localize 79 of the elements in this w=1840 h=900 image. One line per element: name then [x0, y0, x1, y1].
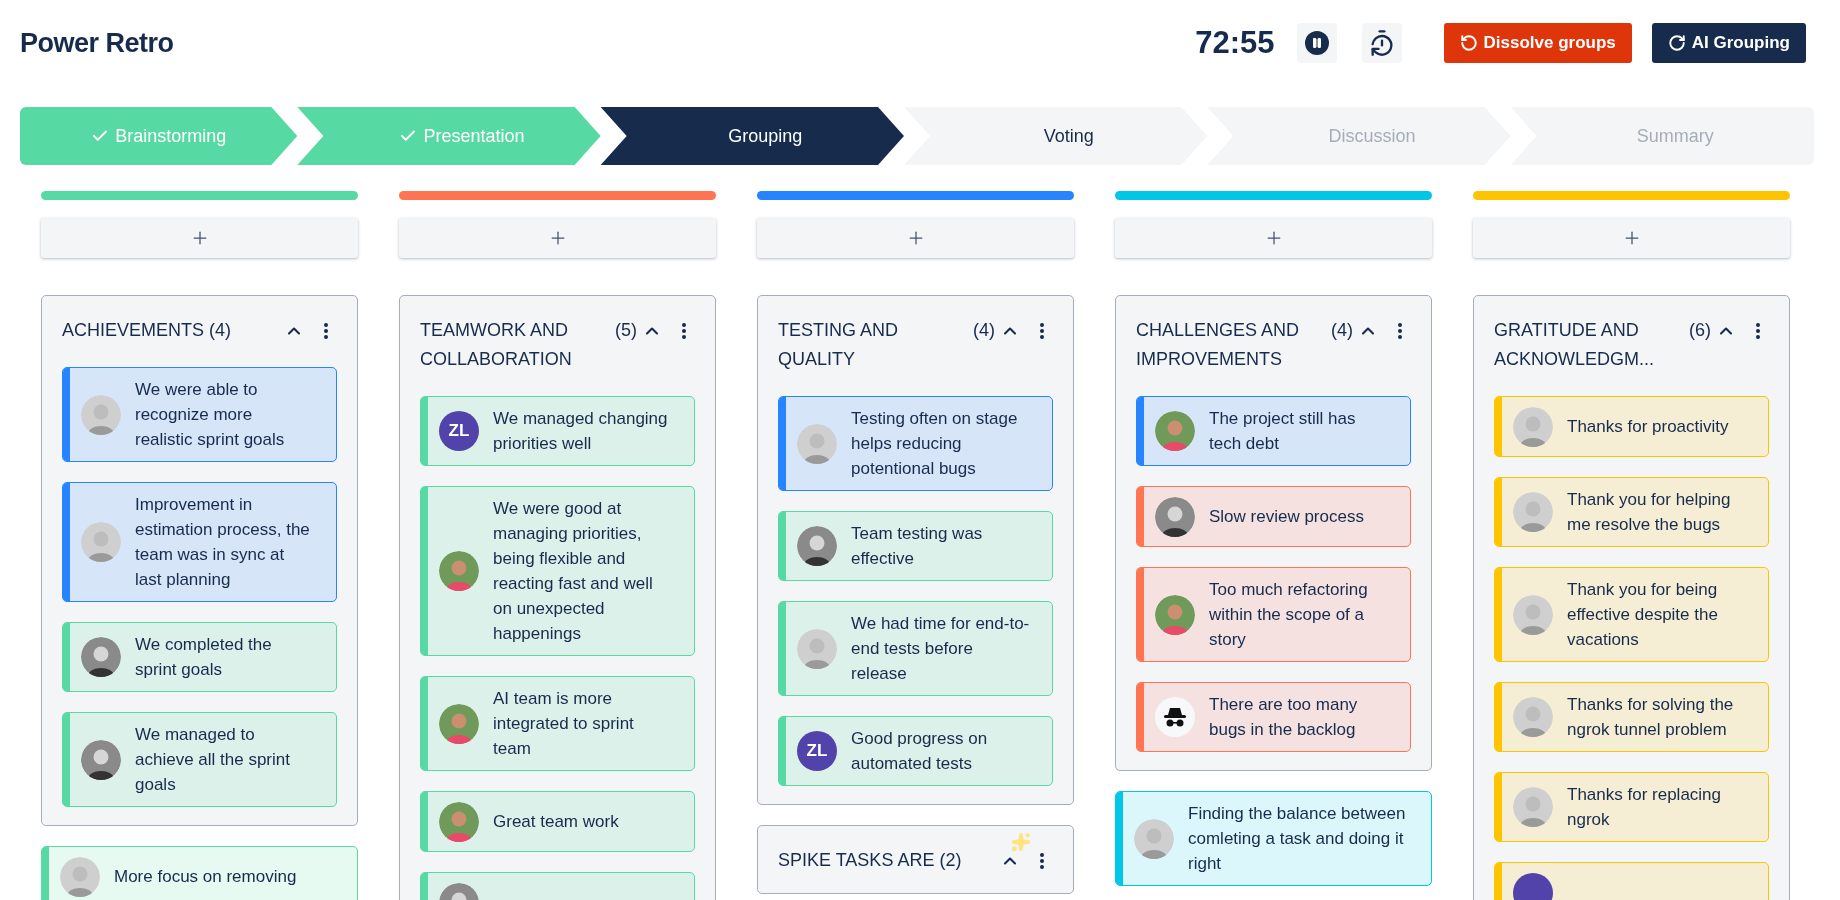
card-text: We had time for end-to-end tests before release: [851, 613, 1030, 685]
avatar-initials: [1513, 872, 1553, 900]
retro-card[interactable]: ZL Good progress on automated tests: [778, 716, 1053, 786]
retro-card[interactable]: Slow review process: [1136, 486, 1411, 547]
group-title: TEAMWORK AND COLLABORATION: [420, 319, 573, 371]
retro-card[interactable]: ZL We managed changing priorities well: [420, 396, 695, 466]
undo-icon: [1459, 34, 1478, 52]
avatar-initials: ZL: [439, 411, 479, 451]
card-text: We were able to recognize more realistic sprint goals: [135, 379, 286, 451]
timer-display: 72:55: [1195, 23, 1275, 62]
incognito-icon: [1155, 697, 1195, 737]
more-icon: [1398, 323, 1402, 339]
card-text: Thank you for helping me resolve the bugs: [1567, 489, 1732, 536]
more-icon: [324, 323, 328, 339]
retro-card[interactable]: AI team is more integrated to sprint team: [420, 676, 695, 771]
card-text: Thanks for solving the ngrok tunnel problem: [1567, 694, 1735, 741]
reset-timer-button[interactable]: [1361, 23, 1402, 63]
retro-card[interactable]: We completed the sprint goals: [62, 622, 337, 692]
card-text: AI team is more integrated to sprint team: [493, 688, 635, 760]
card-text: More focus on removing: [114, 866, 297, 888]
retro-card[interactable]: We managed to achieve all the sprint goals: [62, 712, 337, 807]
retro-card[interactable]: Thanks for replacing ngrok: [1494, 772, 1769, 842]
retro-card[interactable]: The project still has tech debt: [1136, 396, 1411, 466]
card-text: Team testing was effective: [851, 523, 984, 570]
group-title: GRATITUDE AND ACKNOWLEDGM...: [1494, 319, 1655, 371]
group-title: CHALLENGES AND IMPROVEMENTS: [1136, 319, 1301, 371]
card-text: Testing often on stage helps reducing potentional bugs: [851, 408, 1019, 480]
pause-icon: [1304, 31, 1329, 55]
retro-card[interactable]: Great team work: [420, 791, 695, 852]
card-text: Too much refactoring within the scope of a story: [1209, 579, 1369, 651]
group-count: (6): [1689, 319, 1711, 342]
step-tab[interactable]: Voting: [904, 107, 1208, 165]
group-count: (5): [615, 319, 637, 342]
card-text: Thanks for replacing ngrok: [1567, 784, 1723, 831]
more-icon: [1756, 323, 1760, 339]
retro-card[interactable]: Thanks for solving the ngrok tunnel problem: [1494, 682, 1769, 752]
dissolve-groups-button[interactable]: Dissolve groups: [1443, 23, 1632, 63]
step-tab[interactable]: Grouping: [600, 107, 904, 165]
avatar-initials: ZL: [797, 731, 837, 771]
card-text: We were good at managing priorities, being flexible and reacting fast and well on unexpected happenings: [493, 498, 654, 645]
card-text: Slow review process: [1209, 506, 1364, 528]
card-text: Improvement in estimation process, the team was in sync at last planning: [135, 494, 311, 591]
refresh-icon: [1667, 34, 1686, 52]
pause-button[interactable]: [1296, 23, 1337, 63]
more-icon: [1040, 853, 1044, 869]
retro-card[interactable]: Testing often on stage helps reducing potentional bugs: [778, 396, 1053, 491]
group-title: ACHIEVEMENTS: [62, 319, 205, 342]
retro-card[interactable]: We were good at managing priorities, being flexible and reacting fast and well on unexpected happenings: [420, 486, 695, 656]
card-text: Finding the balance between comleting a task and doing it right: [1188, 803, 1407, 875]
card-text: Thank you for being effective despite the vacations: [1567, 579, 1719, 651]
retro-card[interactable]: Thank you for being effective despite the vacations: [1494, 567, 1769, 662]
retro-card[interactable]: Too much refactoring within the scope of a story: [1136, 567, 1411, 662]
retro-card[interactable]: We were able to recognize more realistic sprint goals: [62, 367, 337, 462]
card-text: There are too many bugs in the backlog: [1209, 694, 1359, 741]
more-icon: [682, 323, 686, 339]
retro-card[interactable]: There are too many bugs in the backlog: [1136, 682, 1411, 752]
group-title: SPIKE TASKS ARE: [778, 849, 935, 872]
retro-card[interactable]: We had time for end-to-end tests before release: [778, 601, 1053, 696]
more-icon: [1040, 323, 1044, 339]
group-count: (4): [209, 319, 232, 342]
ai-grouping-button[interactable]: AI Grouping: [1651, 23, 1806, 63]
retro-card[interactable]: Improvement in estimation process, the team was in sync at last planning: [62, 482, 337, 602]
card-text: We managed to achieve all the sprint goals: [135, 724, 291, 796]
card-text: We completed the sprint goals: [135, 634, 273, 681]
app-title: Power Retro: [20, 26, 174, 60]
card-text: We managed changing priorities well: [493, 408, 669, 455]
retro-card[interactable]: Thanks for proactivity: [1494, 396, 1769, 457]
retro-card[interactable]: Thank you for helping me resolve the bugs: [1494, 477, 1769, 547]
retro-card[interactable]: Team testing was effective: [778, 511, 1053, 581]
retro-card[interactable]: Finding the balance between comleting a task and doing it right: [1115, 791, 1432, 886]
group-count: (4): [1331, 319, 1353, 342]
group-title: TESTING AND QUALITY: [778, 319, 899, 371]
card-text: The project still has tech debt: [1209, 408, 1357, 455]
card-text: Great team work: [493, 811, 619, 833]
card-text: Good progress on automated tests: [851, 728, 989, 775]
group-count: (4): [973, 319, 995, 342]
card-text: Thanks for proactivity: [1567, 416, 1729, 438]
group-count: (2): [939, 849, 962, 872]
retro-card[interactable]: More focus on removing: [41, 846, 358, 900]
